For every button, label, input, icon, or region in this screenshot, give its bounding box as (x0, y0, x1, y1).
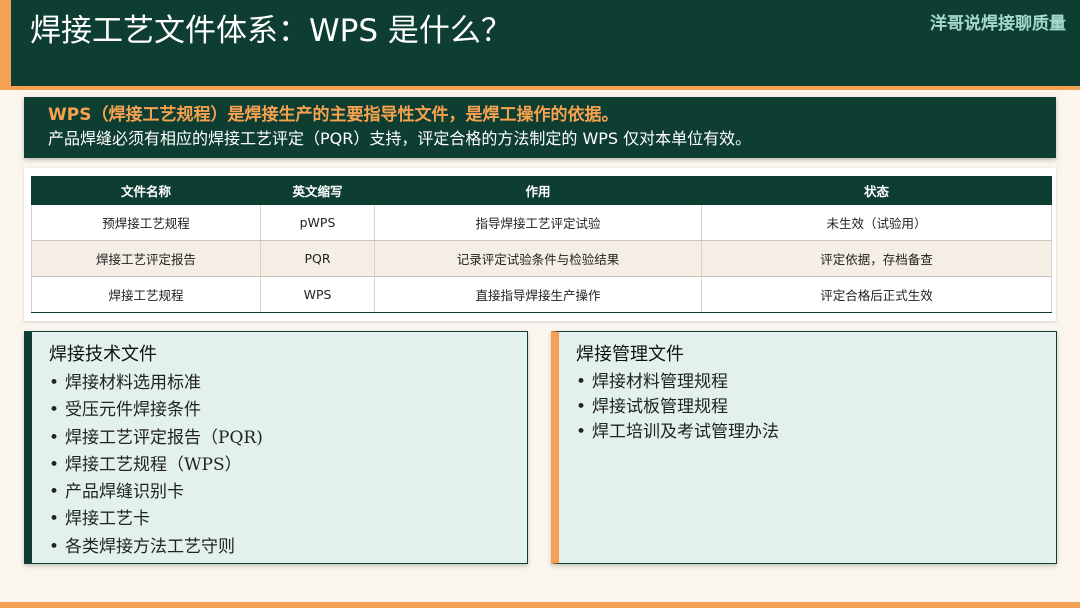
column-header-status: 状态 (701, 176, 1052, 205)
list-item: 焊接材料管理规程 (576, 370, 1056, 395)
table-cell: 焊接工艺评定报告 (31, 240, 261, 277)
table-cell: 指导焊接工艺评定试验 (374, 204, 702, 241)
document-table: 文件名称 英文缩写 作用 状态 预焊接工艺规程 pWPS 指导焊接工艺评定试验 … (31, 176, 1052, 313)
table-cell: pWPS (260, 204, 375, 241)
table-cell: 焊接工艺规程 (31, 276, 261, 313)
technical-documents-list: 焊接材料选用标准 受压元件焊接条件 焊接工艺评定报告（PQR) 焊接工艺规程（W… (49, 370, 527, 561)
technical-documents-card: 焊接技术文件 焊接材料选用标准 受压元件焊接条件 焊接工艺评定报告（PQR) 焊… (24, 331, 528, 564)
table-cell: 评定合格后正式生效 (701, 276, 1052, 313)
list-item: 焊接试板管理规程 (576, 395, 1056, 420)
table-cell: 未生效（试验用） (701, 204, 1052, 241)
list-item: 焊接工艺卡 (49, 506, 527, 533)
column-header-purpose: 作用 (374, 176, 702, 205)
header-bar: 焊接工艺文件体系：WPS 是什么？ 洋哥说焊接聊质量 (0, 0, 1080, 86)
column-header-abbr: 英文缩写 (260, 176, 375, 205)
document-table-panel: 文件名称 英文缩写 作用 状态 预焊接工艺规程 pWPS 指导焊接工艺评定试验 … (24, 168, 1056, 321)
footer-accent-bar (0, 602, 1080, 608)
table-header-row: 文件名称 英文缩写 作用 状态 (31, 176, 1052, 205)
table-cell: PQR (260, 240, 375, 277)
intro-highlight: WPS（焊接工艺规程）是焊接生产的主要指导性文件，是焊工操作的依据。 (48, 105, 619, 125)
table-cell: WPS (260, 276, 375, 313)
table-row: 预焊接工艺规程 pWPS 指导焊接工艺评定试验 未生效（试验用） (31, 204, 1052, 241)
card-title: 焊接技术文件 (49, 344, 157, 365)
management-documents-card: 焊接管理文件 焊接材料管理规程 焊接试板管理规程 焊工培训及考试管理办法 (551, 331, 1057, 564)
list-item: 焊接工艺规程（WPS） (49, 452, 527, 479)
intro-description: 产品焊缝必须有相应的焊接工艺评定（PQR）支持，评定合格的方法制定的 WPS 仅… (48, 129, 752, 148)
column-header-name: 文件名称 (31, 176, 261, 205)
table-cell: 预焊接工艺规程 (31, 204, 261, 241)
list-item: 各类焊接方法工艺守则 (49, 534, 527, 561)
table-row: 焊接工艺评定报告 PQR 记录评定试验条件与检验结果 评定依据，存档备查 (31, 240, 1052, 277)
header-accent-stripe (0, 0, 11, 86)
list-item: 焊接工艺评定报告（PQR) (49, 425, 527, 452)
table-row: 焊接工艺规程 WPS 直接指导焊接生产操作 评定合格后正式生效 (31, 276, 1052, 313)
list-item: 产品焊缝识别卡 (49, 479, 527, 506)
card-title: 焊接管理文件 (576, 344, 684, 365)
header-divider (0, 86, 1080, 90)
intro-banner: WPS（焊接工艺规程）是焊接生产的主要指导性文件，是焊工操作的依据。 产品焊缝必… (24, 97, 1056, 158)
management-documents-list: 焊接材料管理规程 焊接试板管理规程 焊工培训及考试管理办法 (576, 370, 1056, 445)
list-item: 受压元件焊接条件 (49, 397, 527, 424)
list-item: 焊工培训及考试管理办法 (576, 420, 1056, 445)
page-title: 焊接工艺文件体系：WPS 是什么？ (30, 13, 512, 49)
list-item: 焊接材料选用标准 (49, 370, 527, 397)
table-cell: 直接指导焊接生产操作 (374, 276, 702, 313)
table-cell: 评定依据，存档备查 (701, 240, 1052, 277)
table-cell: 记录评定试验条件与检验结果 (374, 240, 702, 277)
brand-logo-text: 洋哥说焊接聊质量 (930, 14, 1066, 34)
